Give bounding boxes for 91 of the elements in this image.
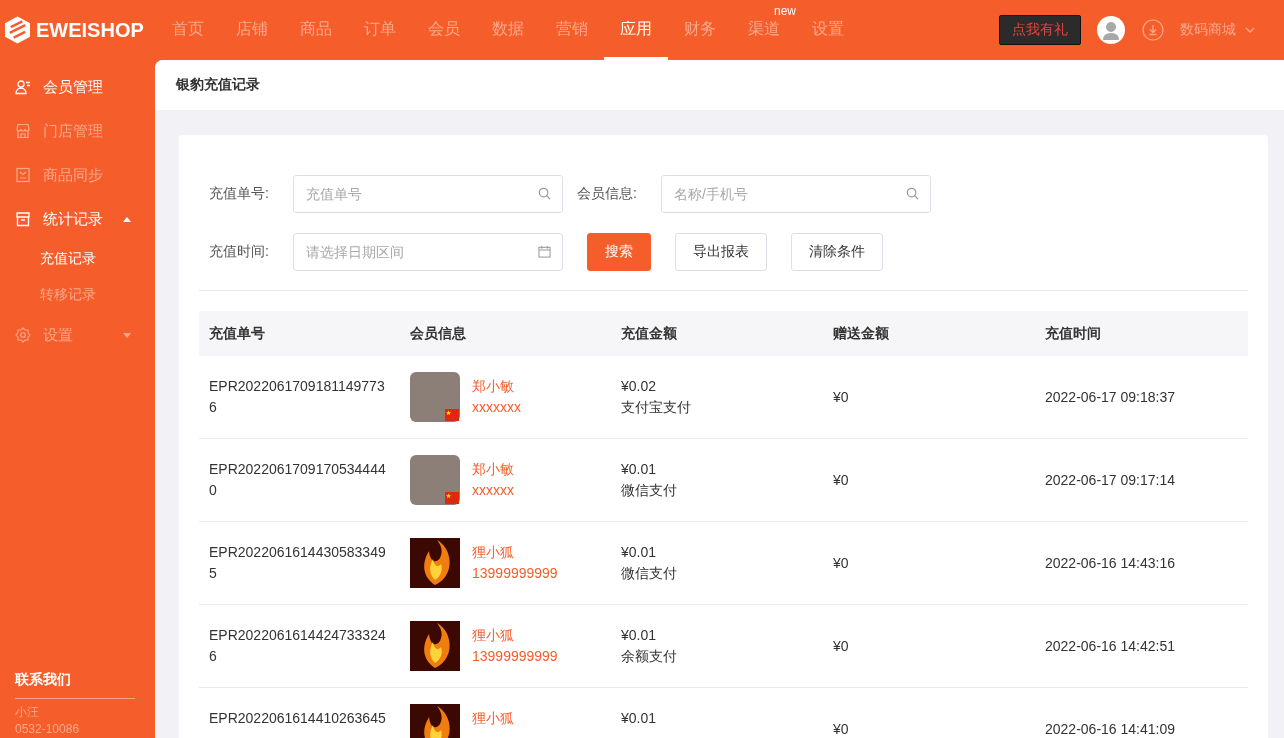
sidebar-item[interactable]: 门店管理: [0, 109, 155, 153]
promo-button[interactable]: 点我有礼: [999, 15, 1081, 45]
settings-icon: [15, 327, 31, 343]
gift-amount: ¥0: [833, 637, 849, 654]
payment-method: 支付宝支付: [621, 398, 692, 417]
payment-method: 微信支付: [621, 481, 678, 500]
flag-icon: [445, 409, 459, 421]
field-label: 充值单号:: [209, 185, 270, 203]
amount-text: ¥0.02: [621, 377, 658, 396]
gift-amount: ¥0: [833, 471, 849, 488]
member-contact: xxxxxxx: [472, 398, 521, 417]
flame-picture: [410, 538, 460, 588]
nav-tab[interactable]: 会员: [412, 19, 476, 60]
field-label: 充值时间:: [209, 243, 270, 261]
member-contact: xxxxxx: [472, 481, 514, 500]
box-icon: [15, 167, 31, 183]
payment-method: 微信支付: [621, 564, 678, 583]
member-contact: 13999999999: [472, 564, 558, 583]
recharge-time: 2022-06-16 14:41:09: [1045, 720, 1175, 737]
nav-tab[interactable]: 首页: [156, 19, 220, 60]
store-icon: [15, 123, 31, 139]
caret-up-icon: [123, 216, 131, 222]
member-name[interactable]: 郑小敏: [472, 459, 514, 480]
flame-picture: [410, 621, 460, 671]
calendar-icon: [538, 245, 551, 258]
gift-amount: ¥0: [833, 388, 849, 405]
user-icon: [15, 79, 31, 95]
contact-title: 联系我们: [15, 670, 72, 689]
search-button[interactable]: 搜索: [587, 233, 651, 271]
contact-name: 小汪: [15, 704, 40, 721]
search-icon: [906, 187, 919, 200]
recharge-time: 2022-06-17 09:18:37: [1045, 388, 1175, 405]
archive-icon: [15, 211, 31, 227]
order-number: EPR20220616144305833495: [209, 543, 387, 583]
nav-tab[interactable]: 设置: [796, 19, 860, 60]
order-number: EPR20220617091811497736: [209, 377, 386, 417]
member-name[interactable]: 郑小敏: [472, 376, 521, 397]
recharge-time: 2022-06-17 09:17:14: [1045, 471, 1175, 488]
column-header: 充值单号: [208, 324, 266, 343]
member-contact: 13999999999: [472, 647, 558, 666]
sidebar-subitem[interactable]: 充值记录: [0, 241, 155, 277]
nav-tab[interactable]: 财务: [668, 19, 732, 60]
brand-name: EWEISHOP: [36, 18, 144, 42]
column-header: 充值时间: [1044, 324, 1102, 343]
sidebar-item[interactable]: 设置: [0, 313, 155, 357]
search-field[interactable]: 名称/手机号: [661, 175, 931, 213]
sidebar-item[interactable]: 会员管理: [0, 65, 155, 109]
new-label: new: [774, 4, 796, 18]
amount-text: ¥0.01: [621, 460, 658, 479]
recharge-time: 2022-06-16 14:42:51: [1045, 637, 1175, 654]
member-name[interactable]: 狸小狐: [472, 708, 514, 729]
field-label: 会员信息:: [577, 185, 638, 203]
sidebar-item[interactable]: 统计记录: [0, 197, 155, 241]
action-button[interactable]: 清除条件: [791, 233, 883, 271]
logo-icon: [5, 16, 30, 44]
nav-tab[interactable]: 营销: [540, 19, 604, 60]
column-header: 充值金额: [620, 324, 678, 343]
nav-tab[interactable]: 渠道: [732, 19, 796, 60]
nav-tab[interactable]: 订单: [348, 19, 412, 60]
page-title: 银豹充值记录: [176, 76, 260, 94]
column-header: 赠送金额: [832, 324, 890, 343]
payment-method: 余额支付: [621, 647, 678, 666]
order-number: EPR20220616144247333246: [209, 626, 387, 666]
nav-tab[interactable]: 应用: [604, 19, 668, 60]
contact-phone: 0532-10086: [15, 721, 81, 738]
recharge-time: 2022-06-16 14:43:16: [1045, 554, 1175, 571]
order-number: EPR20220617091705344440: [209, 460, 387, 500]
order-number: EPR2022061614410263645: [209, 709, 387, 728]
gift-amount: ¥0: [833, 554, 849, 571]
member-name[interactable]: 狸小狐: [472, 625, 558, 646]
store-menu-button[interactable]: 数码商城: [1180, 21, 1255, 39]
nav-tab[interactable]: 店铺: [220, 19, 284, 60]
amount-text: ¥0.01: [621, 626, 658, 645]
nav-tab[interactable]: 数据: [476, 19, 540, 60]
search-field[interactable]: 充值单号: [293, 175, 563, 213]
sidebar-subitem[interactable]: 转移记录: [0, 277, 155, 313]
amount-text: ¥0.01: [621, 543, 658, 562]
chevron-down-icon: [1245, 27, 1255, 33]
amount-text: ¥0.01: [621, 709, 658, 728]
download-icon[interactable]: [1142, 19, 1164, 41]
action-button[interactable]: 导出报表: [675, 233, 767, 271]
nav-tab[interactable]: 商品: [284, 19, 348, 60]
column-header: 会员信息: [409, 324, 467, 343]
member-name[interactable]: 狸小狐: [472, 542, 558, 563]
avatar-icon[interactable]: [1097, 16, 1125, 44]
date-range-field[interactable]: 请选择日期区间: [293, 233, 563, 271]
search-icon: [538, 187, 551, 200]
flag-icon: [445, 492, 459, 504]
caret-down-icon: [123, 332, 131, 338]
sidebar-item[interactable]: 商品同步: [0, 153, 155, 197]
gift-amount: ¥0: [833, 720, 849, 737]
